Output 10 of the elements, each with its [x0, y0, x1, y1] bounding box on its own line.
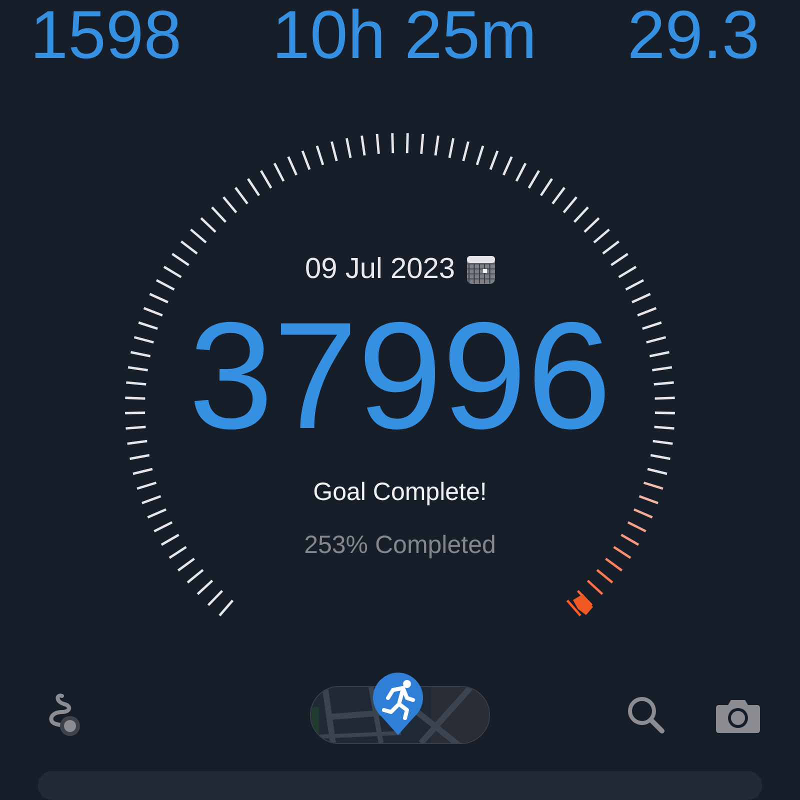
search-icon[interactable]	[626, 694, 666, 735]
goal-status: Goal Complete!	[313, 478, 487, 507]
date-label: 09 Jul 2023	[305, 253, 455, 286]
step-count: 37996	[188, 296, 612, 456]
stat-value: 29.3	[627, 0, 760, 70]
completion-percent: 253% Completed	[304, 531, 496, 560]
stat-value: 10h 25m	[272, 0, 537, 70]
calendar-icon[interactable]	[466, 256, 495, 284]
runner-pin-icon	[371, 672, 425, 736]
stat-value: 1598	[30, 0, 182, 70]
